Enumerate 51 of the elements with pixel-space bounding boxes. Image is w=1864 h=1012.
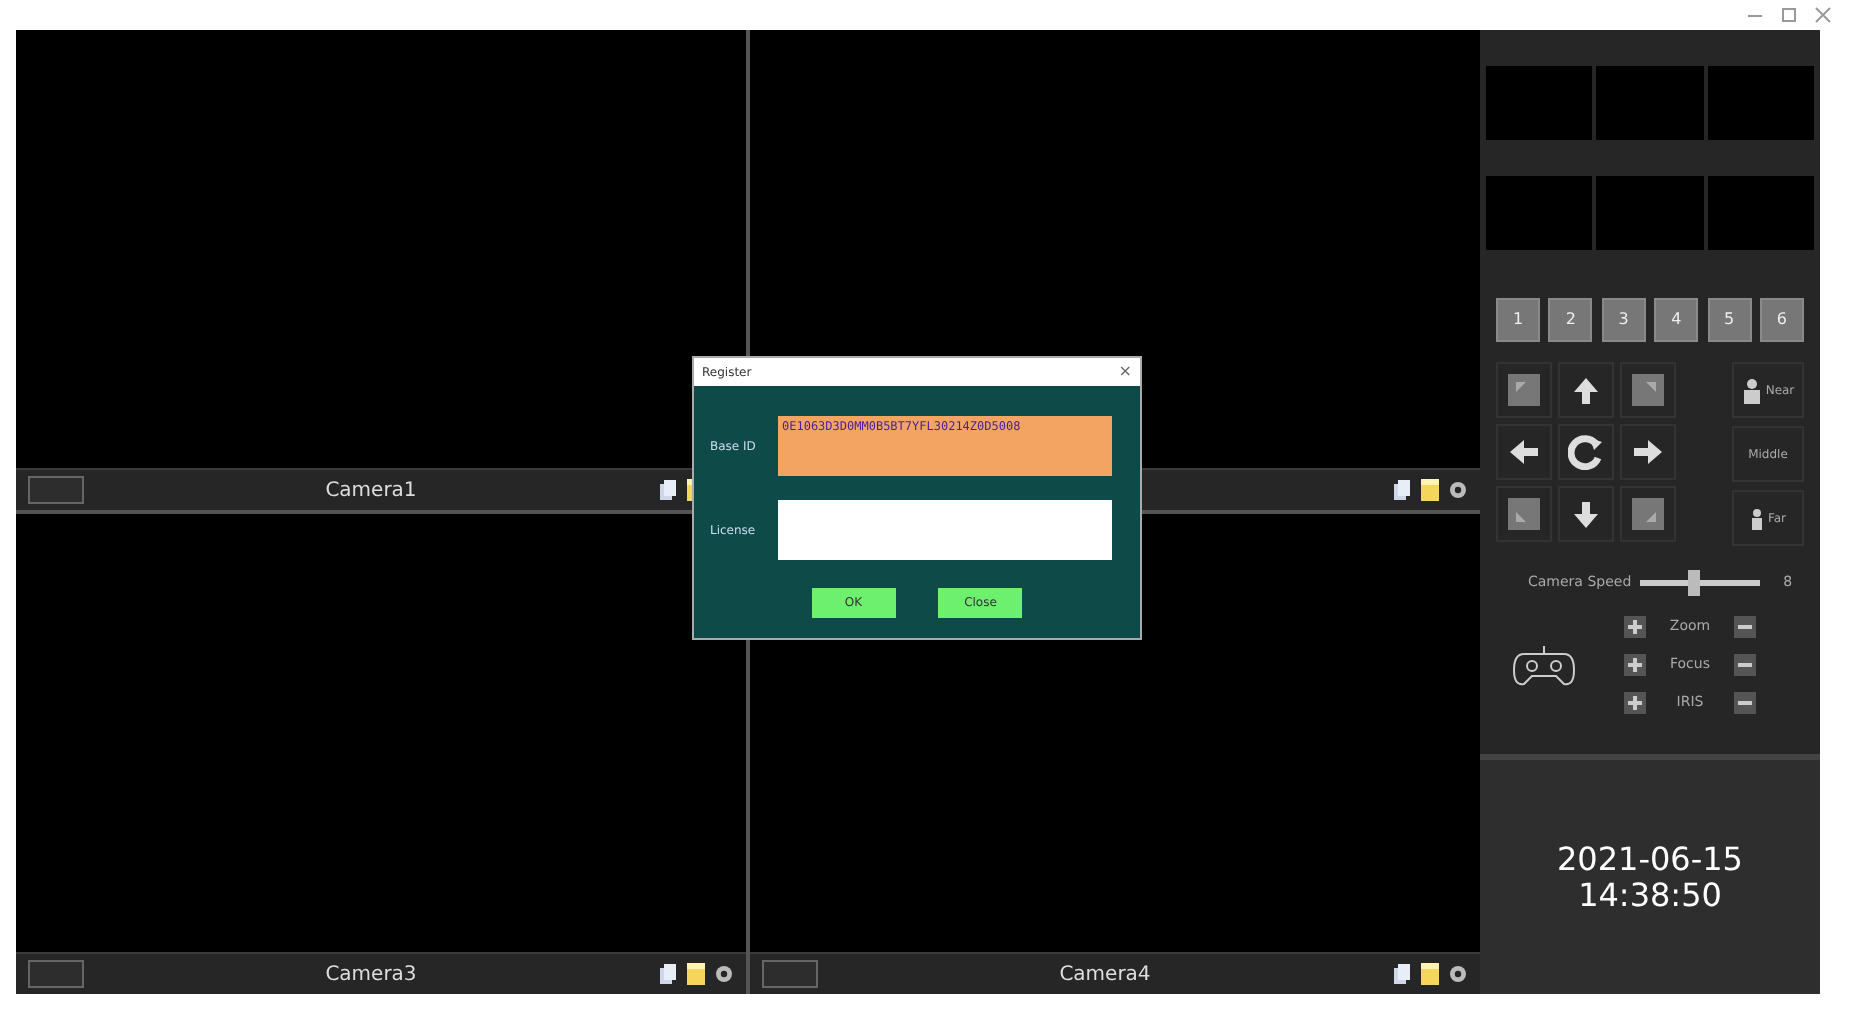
copy-icon[interactable] [658, 478, 678, 502]
record-button[interactable] [28, 960, 84, 988]
plus-icon [1624, 616, 1646, 638]
copy-icon[interactable] [1392, 478, 1412, 502]
preset-button[interactable]: 3 [1601, 298, 1646, 342]
preset-button[interactable]: 6 [1759, 298, 1804, 342]
record-button[interactable] [762, 960, 818, 988]
preset-button[interactable]: 1 [1496, 298, 1540, 342]
preview-tile[interactable] [1707, 66, 1814, 140]
person-icon [1741, 377, 1762, 403]
plus-button[interactable] [1624, 692, 1646, 714]
settings-icon[interactable] [1448, 964, 1468, 984]
preset-button[interactable]: 5 [1707, 298, 1752, 342]
note-icon[interactable] [686, 962, 706, 986]
record-button[interactable] [28, 476, 84, 504]
arrow-icon[interactable] [1630, 434, 1666, 470]
camera-name: Camera1 [323, 477, 419, 505]
camera-name: Camera4 [1057, 961, 1153, 989]
settings-icon[interactable] [1448, 480, 1468, 500]
copy-icon[interactable] [658, 962, 678, 986]
preview-tile[interactable] [1596, 176, 1704, 250]
person-icon [1749, 507, 1764, 529]
gamepad-icon [1512, 641, 1576, 689]
license-field[interactable] [778, 500, 1112, 560]
clock-time: 14:38:50 [1578, 877, 1722, 913]
plus-button[interactable] [1624, 616, 1646, 638]
plus-icon [1624, 654, 1646, 676]
maximize-icon[interactable] [1780, 6, 1798, 24]
slider-thumb[interactable] [1687, 570, 1700, 596]
copy-icon[interactable] [1392, 962, 1412, 986]
close-icon[interactable] [1814, 6, 1832, 24]
plus-button[interactable] [1624, 654, 1646, 676]
preview-tile[interactable] [1596, 66, 1704, 140]
note-icon[interactable] [1420, 478, 1440, 502]
note-icon[interactable] [1420, 962, 1440, 986]
minus-button[interactable] [1734, 654, 1756, 676]
camera-name: Camera3 [323, 961, 419, 989]
preview-tile[interactable] [1486, 66, 1593, 140]
preset-button[interactable]: 4 [1654, 298, 1699, 342]
minus-button[interactable] [1734, 616, 1756, 638]
clock-date: 2021-06-15 [1557, 841, 1743, 877]
preset-button[interactable]: 2 [1548, 298, 1593, 342]
refresh-icon[interactable] [1568, 434, 1604, 470]
preview-tile[interactable] [1486, 176, 1593, 250]
settings-icon[interactable] [714, 964, 734, 984]
plus-icon [1624, 692, 1646, 714]
close-button[interactable]: × [1118, 364, 1132, 380]
minus-button[interactable] [1734, 692, 1756, 714]
arrow-icon[interactable] [1568, 496, 1604, 532]
arrow-icon[interactable] [1506, 434, 1542, 470]
preview-tile[interactable] [1707, 176, 1814, 250]
